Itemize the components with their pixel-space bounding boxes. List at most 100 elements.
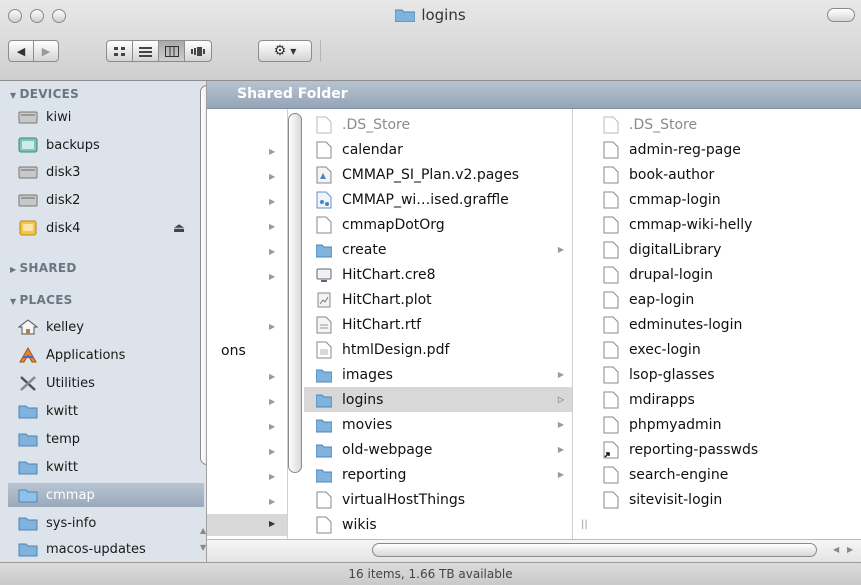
toolbar: logins ◀ ▶ ⚙ ▼ (0, 0, 861, 81)
list-item-selected[interactable]: logins ▷ (304, 387, 572, 412)
list-item[interactable]: .DS_Store (316, 112, 572, 137)
folder-icon (18, 433, 38, 447)
list-item[interactable]: sitevisit-login (603, 487, 853, 512)
shared-section-header[interactable]: ▶ SHARED (10, 261, 77, 275)
document-icon (316, 216, 332, 233)
chevron-right-icon: ▶ (269, 322, 276, 331)
folder-icon (316, 369, 332, 382)
document-icon (316, 141, 332, 158)
list-item[interactable]: cmmapDotOrg (316, 212, 572, 237)
sidebar-item-disk3[interactable]: disk3 (18, 160, 198, 184)
icon-view-icon (114, 46, 125, 56)
document-icon (603, 391, 619, 408)
icon-view-button[interactable] (106, 40, 133, 62)
action-menu-button[interactable]: ⚙ ▼ (258, 40, 312, 62)
scroll-up-arrow-icon[interactable]: ▲ (200, 526, 206, 535)
document-icon (603, 341, 619, 358)
path-bar: Shared Folder (207, 81, 861, 109)
column-resize-handle-icon[interactable]: || (581, 519, 588, 530)
list-item[interactable]: cmmap-login (603, 187, 853, 212)
sidebar-scrollbar-thumb[interactable] (200, 85, 206, 465)
list-item[interactable]: HitChart.plot (316, 287, 572, 312)
document-icon (603, 416, 619, 433)
list-item[interactable]: HitChart.rtf (316, 312, 572, 337)
list-item[interactable]: reporting ▶ (316, 462, 572, 487)
devices-section-header[interactable]: ▼ DEVICES (10, 87, 79, 101)
chevron-right-icon: ▶ (269, 172, 276, 181)
eject-icon[interactable]: ⏏ (173, 221, 185, 236)
sidebar-item-temp[interactable]: temp (18, 427, 198, 451)
list-item[interactable]: mdirapps (603, 387, 853, 412)
document-icon (316, 491, 332, 508)
sidebar-item-kelley[interactable]: kelley (18, 315, 198, 339)
sidebar-item-sys-info[interactable]: sys-info (18, 511, 198, 535)
chevron-right-icon: ▶ (269, 247, 276, 256)
chevron-right-icon: ▶ (269, 422, 276, 431)
list-item[interactable]: CMMAP_SI_Plan.v2.pages (316, 162, 572, 187)
list-item[interactable]: movies ▶ (316, 412, 572, 437)
hard-drive-icon (18, 166, 38, 179)
toolbar-toggle-button[interactable] (827, 8, 855, 22)
list-item[interactable]: HitChart.cre8 (316, 262, 572, 287)
list-item[interactable]: digitalLibrary (603, 237, 853, 262)
sidebar-item-utilities[interactable]: Utilities (18, 371, 198, 395)
document-icon (603, 191, 619, 208)
chevron-right-icon: ▶ (557, 445, 564, 454)
pdf-document-icon (316, 341, 332, 358)
list-item[interactable]: CMMAP_wi…ised.graffle (316, 187, 572, 212)
document-icon (603, 466, 619, 483)
sidebar-item-backups[interactable]: backups (18, 133, 198, 157)
document-icon (603, 116, 619, 133)
forward-button[interactable]: ▶ (33, 40, 59, 62)
monitor-document-icon (316, 268, 332, 282)
list-item[interactable]: virtualHostThings (316, 487, 572, 512)
column-view-icon (164, 45, 179, 57)
sidebar-item-kiwi[interactable]: kiwi (18, 105, 198, 129)
sidebar-item-cmmap[interactable]: cmmap (8, 483, 204, 507)
list-item[interactable]: book-author (603, 162, 853, 187)
back-button[interactable]: ◀ (8, 40, 34, 62)
horizontal-scrollbar-thumb[interactable] (372, 543, 817, 557)
rtf-document-icon (316, 316, 332, 333)
list-item[interactable]: old-webpage ▶ (316, 437, 572, 462)
sidebar-item-disk2[interactable]: disk2 (18, 188, 198, 212)
list-item[interactable]: .DS_Store (603, 112, 853, 137)
plot-document-icon (317, 292, 331, 307)
column-2-scrollbar-thumb[interactable] (288, 113, 302, 473)
sidebar-item-macos-updates[interactable]: macos-updates (18, 537, 198, 561)
list-item[interactable]: admin-reg-page (603, 137, 853, 162)
scroll-down-arrow-icon[interactable]: ▼ (200, 543, 206, 552)
horizontal-scrollbar[interactable]: ◀ ▶ (207, 539, 861, 562)
folder-icon (18, 405, 38, 419)
sidebar-item-applications[interactable]: Applications (18, 343, 198, 367)
list-item[interactable]: wikis (316, 512, 572, 537)
list-item[interactable]: exec-login (603, 337, 853, 362)
list-item[interactable]: images ▶ (316, 362, 572, 387)
list-view-button[interactable] (132, 40, 159, 62)
column-1-partial-label[interactable]: ons (221, 343, 246, 359)
list-item[interactable]: eap-login (603, 287, 853, 312)
sidebar-item-kwitt-2[interactable]: kwitt (18, 455, 198, 479)
list-item[interactable]: lsop-glasses (603, 362, 853, 387)
list-item[interactable]: search-engine (603, 462, 853, 487)
sidebar-item-kwitt[interactable]: kwitt (18, 399, 198, 423)
list-item[interactable]: htmlDesign.pdf (316, 337, 572, 362)
list-item[interactable]: drupal-login (603, 262, 853, 287)
list-item[interactable]: phpmyadmin (603, 412, 853, 437)
list-item[interactable]: create ▶ (316, 237, 572, 262)
list-item[interactable]: reporting-passwds (603, 437, 853, 462)
document-icon (603, 316, 619, 333)
hard-drive-icon (18, 194, 38, 207)
column-view-button[interactable] (158, 40, 185, 62)
coverflow-view-button[interactable] (184, 40, 212, 62)
sidebar-item-disk4[interactable]: disk4 ⏏ (18, 216, 198, 240)
list-item[interactable]: edminutes-login (603, 312, 853, 337)
toolbar-separator (320, 40, 321, 62)
list-item[interactable]: cmmap-wiki-helly (603, 212, 853, 237)
scroll-right-arrow-icon[interactable]: ▶ (847, 545, 853, 554)
list-item[interactable]: calendar (316, 137, 572, 162)
document-icon (603, 141, 619, 158)
places-section-header[interactable]: ▼ PLACES (10, 293, 73, 307)
document-icon (603, 291, 619, 308)
scroll-left-arrow-icon[interactable]: ◀ (833, 545, 839, 554)
